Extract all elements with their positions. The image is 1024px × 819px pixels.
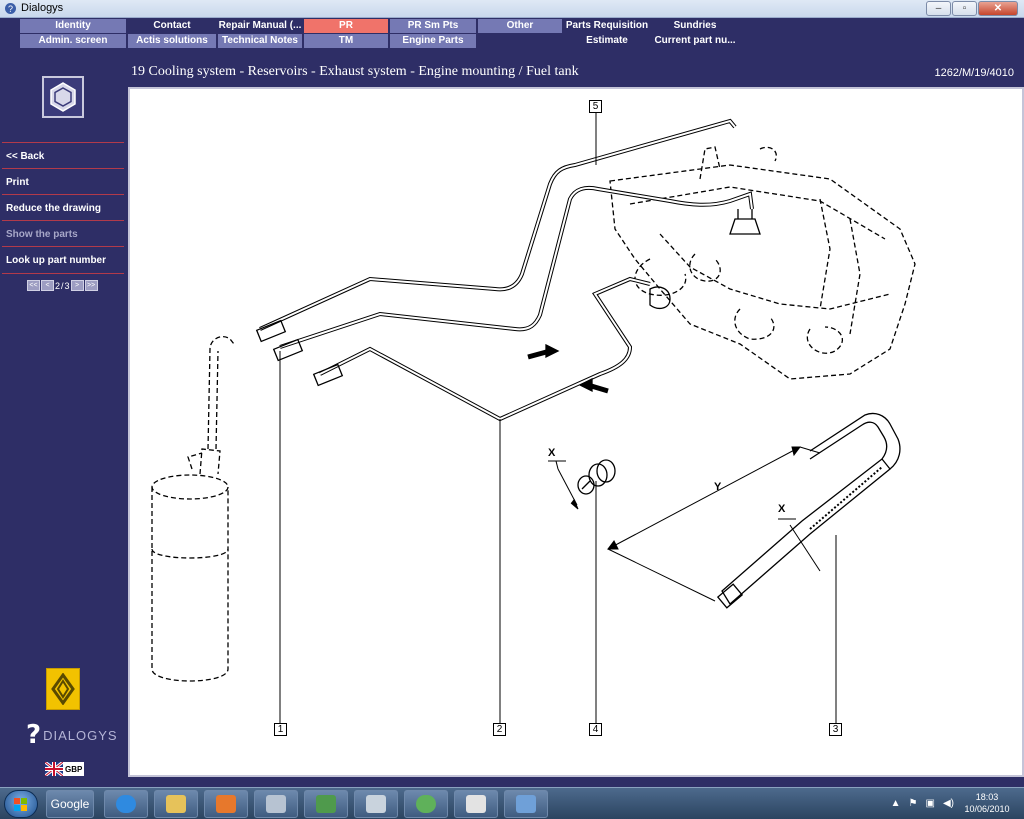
flag-icon[interactable]: ⚑ <box>909 798 918 809</box>
tab-current-part-number[interactable]: Current part nu... <box>652 34 738 48</box>
renault-logo-icon <box>46 668 80 710</box>
start-button[interactable] <box>4 790 38 818</box>
tab-admin-screen[interactable]: Admin. screen <box>20 34 126 48</box>
dialogys-logo: ? DIALOGYS <box>26 720 118 750</box>
currency-code: GBP <box>65 764 83 774</box>
network-status-icon[interactable]: ▣ <box>926 798 935 809</box>
callout-1[interactable]: 1 <box>274 723 287 736</box>
show-parts-link: Show the parts <box>2 220 124 246</box>
callout-4[interactable]: 4 <box>589 723 602 736</box>
system-tray: ▲ ⚑ ▣ ◀) <box>891 798 954 809</box>
tab-other[interactable]: Other <box>478 19 562 33</box>
tab-parts-requisition[interactable]: Parts Requisition <box>564 19 650 33</box>
clock-time: 18:03 <box>975 792 999 802</box>
taskbar: Google ▲ ⚑ ▣ ◀) 18:03 10/06/2010 <box>0 787 1024 819</box>
callout-3[interactable]: 3 <box>829 723 842 736</box>
dimension-x-hose: X <box>778 503 786 515</box>
exploded-diagram <box>151 113 916 729</box>
parts-drawing[interactable]: 1 2 3 4 5 X Y X <box>128 87 1024 777</box>
show-hidden-icons-icon[interactable]: ▲ <box>891 798 901 809</box>
tab-engine-parts[interactable]: Engine Parts <box>390 34 476 48</box>
print-link[interactable]: Print <box>2 168 124 194</box>
restore-button[interactable]: ▫ <box>952 1 977 16</box>
brand-text: DIALOGYS <box>43 727 118 743</box>
close-button[interactable]: ✕ <box>978 1 1018 16</box>
pipe-5 <box>259 118 737 331</box>
first-page-button[interactable]: << <box>27 280 40 291</box>
uk-flag-icon <box>45 762 63 776</box>
tab-sundries[interactable]: Sundries <box>652 19 738 33</box>
tab-pr[interactable]: PR <box>304 19 388 33</box>
current-page: 2 <box>55 280 61 291</box>
callout-2[interactable]: 2 <box>493 723 506 736</box>
document-reference: 1262/M/19/4010 <box>934 67 1014 79</box>
volume-icon[interactable]: ◀) <box>943 798 954 809</box>
media-player-icon[interactable] <box>204 790 248 818</box>
scanner-icon[interactable] <box>354 790 398 818</box>
svg-text:?: ? <box>8 4 13 14</box>
network-icon[interactable] <box>304 790 348 818</box>
window-title: Dialogys <box>21 2 64 14</box>
tab-technical-notes[interactable]: Technical Notes <box>218 34 302 48</box>
currency-selector[interactable]: GBP <box>45 762 85 776</box>
paint-icon[interactable] <box>504 790 548 818</box>
tab-estimate[interactable]: Estimate <box>564 34 650 48</box>
callout-5[interactable]: 5 <box>589 100 602 113</box>
computer-icon[interactable] <box>254 790 298 818</box>
back-link[interactable]: << Back <box>2 142 124 168</box>
tab-actis-solutions[interactable]: Actis solutions <box>128 34 216 48</box>
tab-repair-manual[interactable]: Repair Manual (... <box>218 19 302 33</box>
question-mark-icon: ? <box>26 720 42 750</box>
google-button[interactable]: Google <box>46 790 94 818</box>
look-up-part-number-link[interactable]: Look up part number <box>2 246 124 274</box>
windows-logo-icon <box>14 798 27 811</box>
tab-tm[interactable]: TM <box>304 34 388 48</box>
folder-icon[interactable] <box>154 790 198 818</box>
page-separator: / <box>61 280 64 291</box>
top-menu: Identity Contact Repair Manual (... PR P… <box>0 18 1024 48</box>
reduce-drawing-link[interactable]: Reduce the drawing <box>2 194 124 220</box>
page-navigator: << < 2 / 3 > >> <box>27 280 98 291</box>
clock-date: 10/06/2010 <box>964 804 1010 814</box>
window-titlebar: ? Dialogys – ▫ ✕ <box>0 0 1024 18</box>
last-page-button[interactable]: >> <box>84 280 98 291</box>
hose-3 <box>716 412 901 609</box>
hexagon-nut-icon <box>42 76 84 118</box>
minimize-button[interactable]: – <box>926 1 951 16</box>
messenger-icon[interactable] <box>404 790 448 818</box>
tab-pr-sm-pts[interactable]: PR Sm Pts <box>390 19 476 33</box>
fuel-tank-outline <box>609 146 916 380</box>
tab-identity[interactable]: Identity <box>20 19 126 33</box>
canister-outline <box>151 335 235 682</box>
prev-page-button[interactable]: < <box>41 280 54 291</box>
tab-contact[interactable]: Contact <box>128 19 216 33</box>
dialogys-app-icon: ? <box>5 3 16 14</box>
dimension-y: Y <box>714 481 722 493</box>
java-icon[interactable] <box>454 790 498 818</box>
sidebar: << Back Print Reduce the drawing Show th… <box>0 48 128 788</box>
clock[interactable]: 18:03 10/06/2010 <box>956 791 1018 815</box>
dimension-x-fitting: X <box>548 447 556 459</box>
next-page-button[interactable]: > <box>70 280 84 291</box>
page-title: 19 Cooling system - Reservoirs - Exhaust… <box>131 64 579 79</box>
internet-explorer-icon[interactable] <box>104 790 148 818</box>
total-pages: 3 <box>64 280 70 291</box>
